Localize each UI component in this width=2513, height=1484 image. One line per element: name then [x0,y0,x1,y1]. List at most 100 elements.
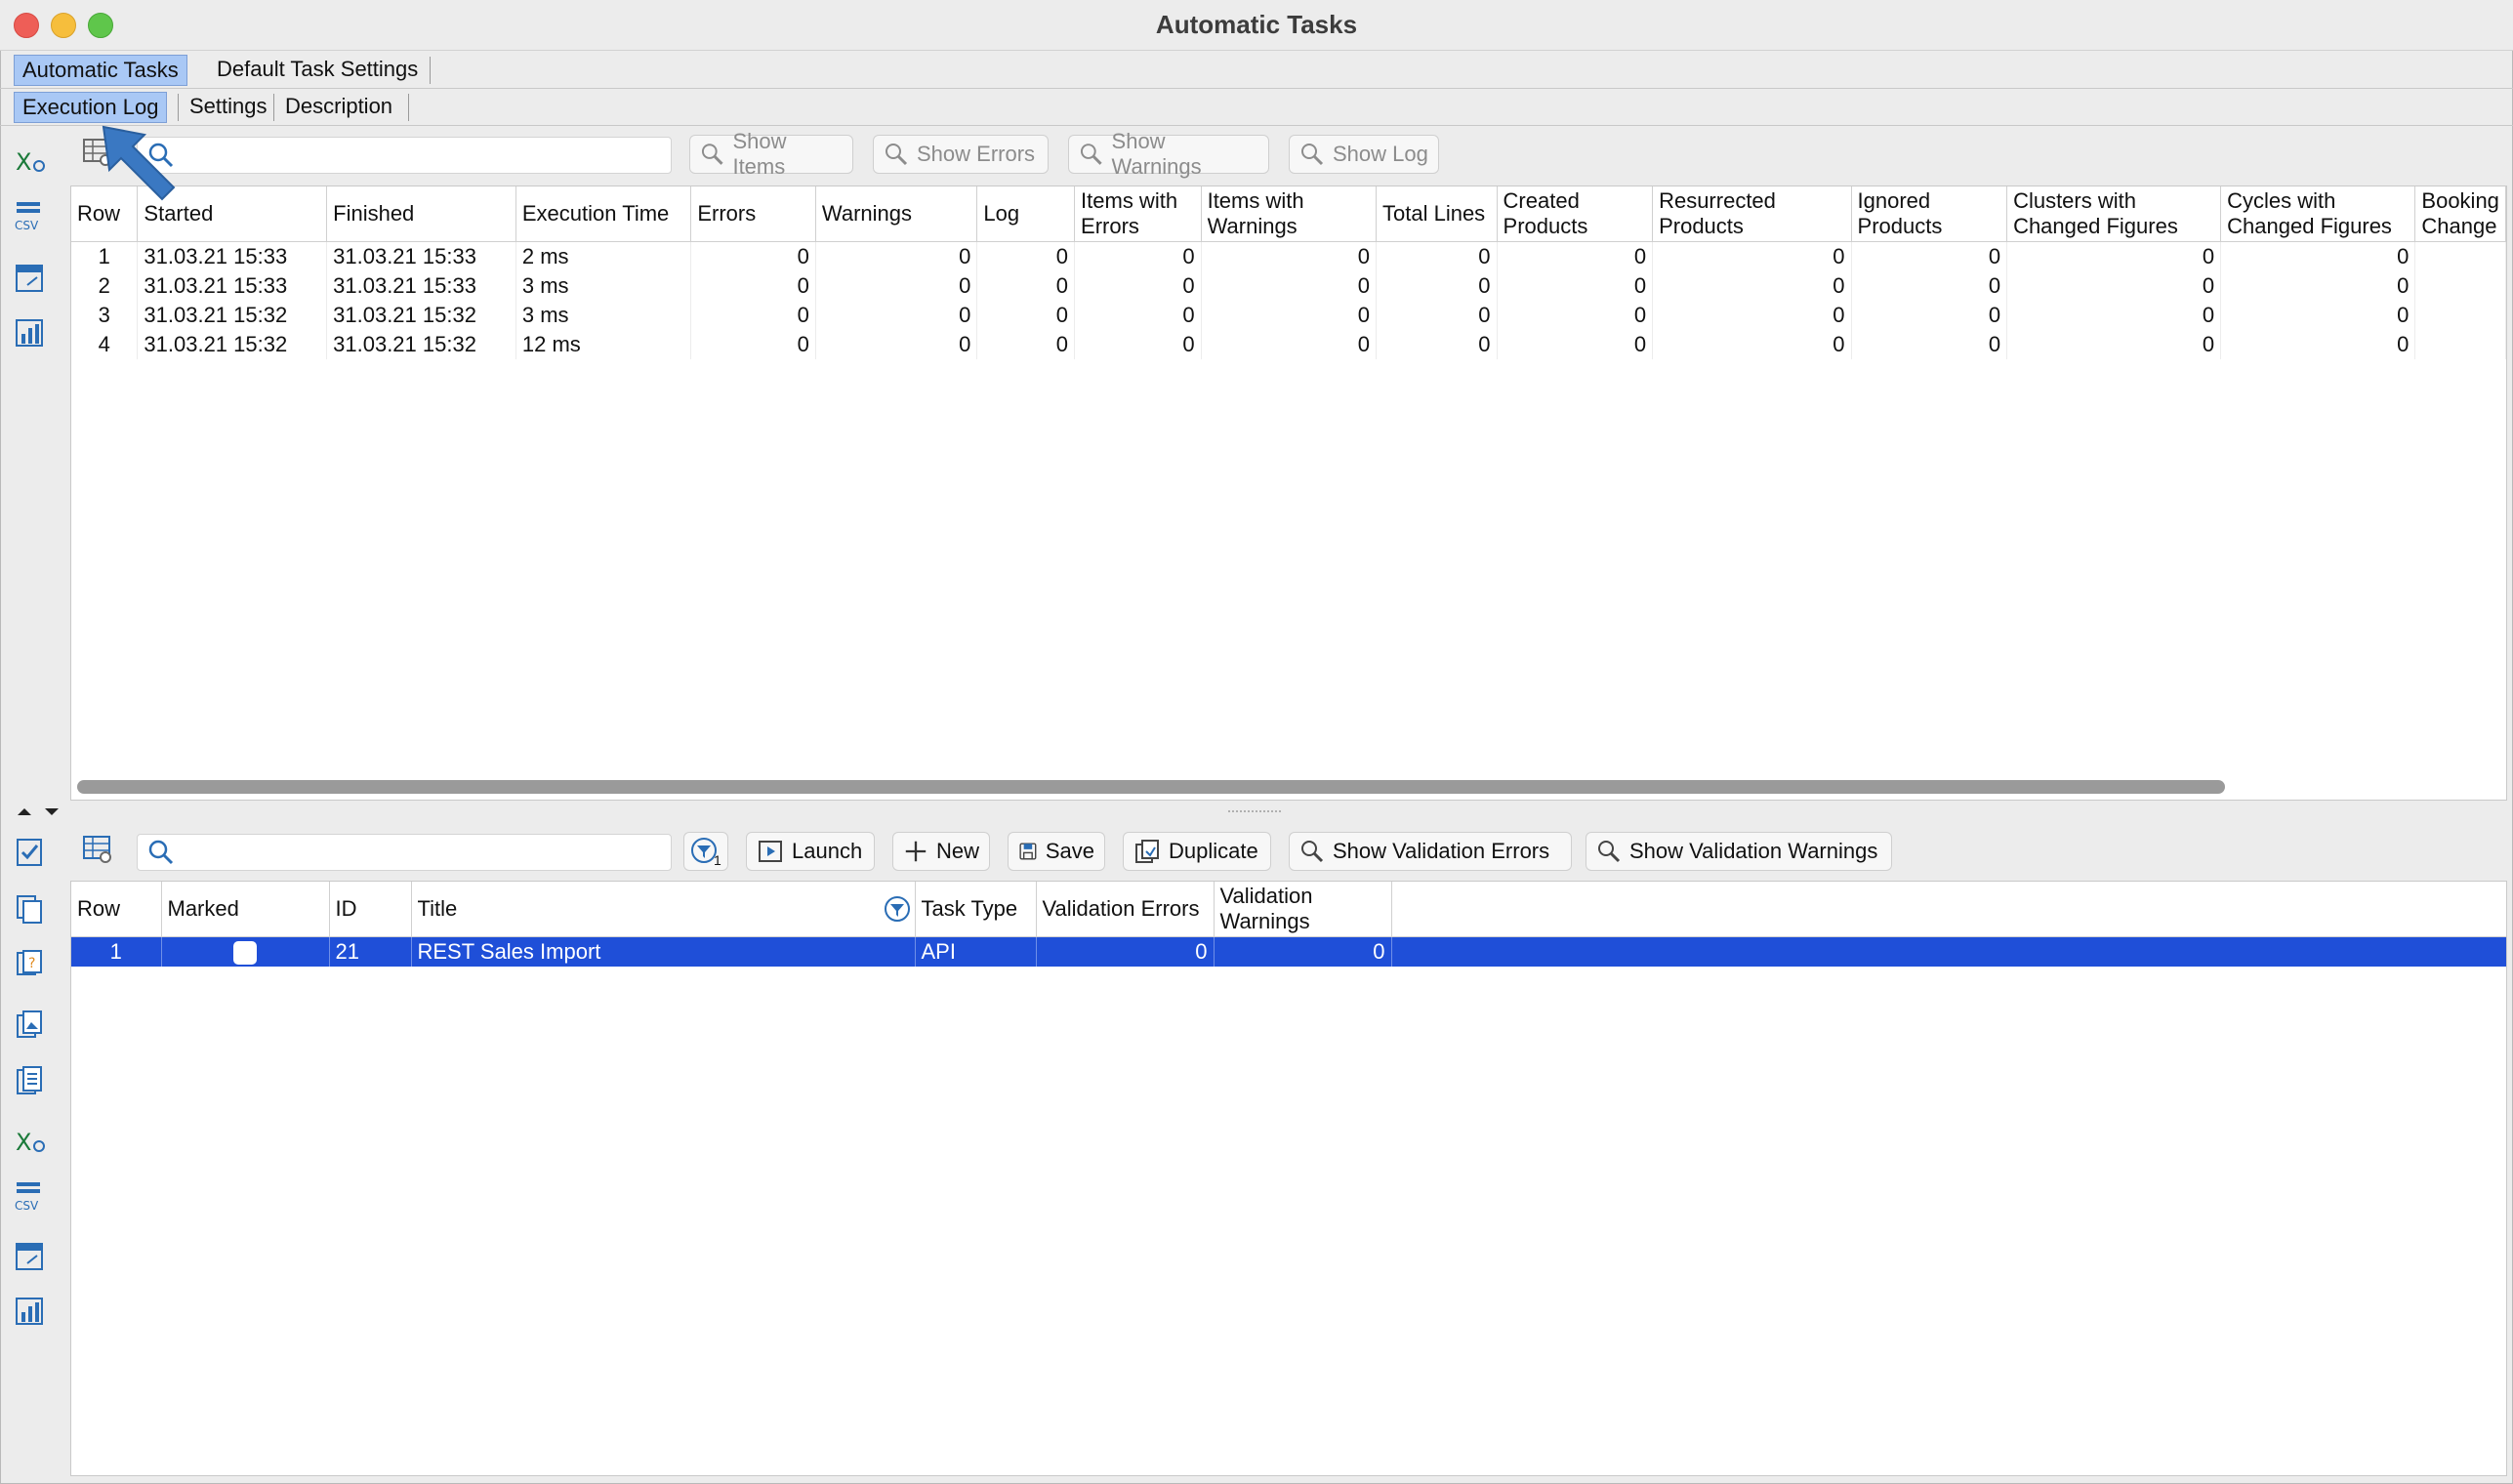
table-row[interactable]: 1 31.03.21 15:33 31.03.21 15:33 2 ms 0 0 0 0 0 0 0… [71,241,2506,271]
log-cell: 0 [1201,241,1378,271]
log-cell: 0 [1074,329,1202,359]
log-cell: 0 [976,300,1076,330]
launch-button[interactable]: Launch [746,832,875,871]
table-row[interactable]: 2 31.03.21 15:33 31.03.21 15:33 3 ms 0 0 0 0 0 0 0… [71,270,2506,301]
log-cell: 0 [815,270,978,301]
execution-log-panel: Row Started Finished Execution Time Erro… [70,186,2507,801]
log-cell: 0 [1376,270,1498,301]
log-cell-filler [2414,270,2506,301]
table-export-icon[interactable] [14,262,47,295]
log-cell: 0 [2220,270,2416,301]
log-col-cycles-changed[interactable]: Cycles with Changed Figures [2220,186,2416,242]
log-col-booking-change[interactable]: Booking Change [2414,186,2506,242]
split-drag-handle[interactable] [1228,810,1281,816]
split-collapse-arrows[interactable] [14,804,62,818]
log-cell: 3 ms [515,300,692,330]
show-log-label: Show Log [1333,142,1428,166]
show-validation-errors-button[interactable]: Show Validation Errors [1289,832,1572,871]
log-cell: 0 [1376,300,1498,330]
tab-automatic-tasks[interactable]: Automatic Tasks [14,55,187,86]
log-cell: 4 [71,329,139,359]
tab-default-task-settings[interactable]: Default Task Settings [209,55,426,84]
duplicate-icon [1135,840,1159,863]
table-export-icon[interactable] [14,1240,47,1273]
log-col-ignored-products[interactable]: Ignored Products [1851,186,2008,242]
title-bar: Automatic Tasks [0,0,2513,51]
excel-export-icon[interactable]: X [14,144,47,178]
magnifier-icon [1598,841,1621,863]
table-row[interactable]: 3 31.03.21 15:32 31.03.21 15:32 3 ms 0 0 0 0 0 0 0… [71,300,2506,330]
log-cell-filler [2414,329,2506,359]
log-col-execution-time[interactable]: Execution Time [515,186,692,242]
log-horizontal-scrollbar[interactable] [77,780,2225,794]
log-col-log[interactable]: Log [976,186,1076,242]
marked-checkbox-cell[interactable] [161,936,330,967]
table-row[interactable]: 4 31.03.21 15:32 31.03.21 15:32 12 ms 0 0 0 0 0 0… [71,329,2506,359]
log-cell: 0 [690,329,816,359]
log-col-items-with-warnings[interactable]: Items with Warnings [1201,186,1378,242]
task-col-validation-warnings[interactable]: Validation Warnings [1214,882,1392,937]
task-col-marked[interactable]: Marked [161,882,330,937]
show-validation-warnings-button[interactable]: Show Validation Warnings [1586,832,1892,871]
log-col-created-products[interactable]: Created Products [1497,186,1654,242]
save-button[interactable]: Save [1008,832,1105,871]
show-validation-warnings-label: Show Validation Warnings [1629,839,1878,863]
log-search-input[interactable] [137,137,672,174]
task-row-number: 1 [71,936,162,967]
log-col-total-lines[interactable]: Total Lines [1376,186,1498,242]
new-button[interactable]: New [892,832,990,871]
image-export-icon[interactable] [14,1008,47,1041]
log-cell: 0 [1851,329,2008,359]
show-warnings-button[interactable]: Show Warnings [1068,129,1269,179]
tab-execution-log[interactable]: Execution Log [14,92,168,123]
column-filter-icon[interactable] [884,895,911,923]
log-cell: 0 [2220,329,2416,359]
log-cell: 31.03.21 15:32 [326,300,516,330]
log-cell: 31.03.21 15:33 [326,270,516,301]
log-cell: 0 [976,241,1076,271]
filter-button[interactable]: 1 [683,832,728,871]
show-errors-button[interactable]: Show Errors [873,135,1049,174]
pointer-arrow-icon [98,121,185,209]
csv-export-icon[interactable]: CSV [14,199,47,232]
launch-label: Launch [792,839,863,863]
duplicate-button[interactable]: Duplicate [1123,832,1271,871]
chart-icon[interactable] [14,316,47,350]
chart-icon[interactable] [14,1295,47,1328]
log-col-finished[interactable]: Finished [326,186,516,242]
table-row[interactable]: 1 21 REST Sales Import API 0 0 [71,936,2506,967]
task-col-validation-errors[interactable]: Validation Errors [1036,882,1215,937]
task-col-task-type[interactable]: Task Type [915,882,1037,937]
task-validation-errors: 0 [1036,936,1215,967]
log-col-clusters-changed[interactable]: Clusters with Changed Figures [2006,186,2222,242]
table-settings-icon[interactable] [82,834,113,865]
show-items-button[interactable]: Show Items [689,129,853,179]
list-doc-icon[interactable] [14,1064,47,1097]
log-col-items-with-errors[interactable]: Items with Errors [1074,186,1202,242]
tab-description[interactable]: Description [277,92,400,121]
log-col-resurrected-products[interactable]: Resurrected Products [1652,186,1852,242]
log-cell: 0 [1652,300,1852,330]
csv-export-icon[interactable]: CSV [14,1179,47,1213]
log-col-warnings[interactable]: Warnings [815,186,978,242]
task-title: REST Sales Import [411,936,916,967]
log-cell: 0 [1376,329,1498,359]
help-doc-icon[interactable]: ? [14,947,47,980]
marked-checkbox[interactable] [233,940,257,965]
task-col-title[interactable]: Title [411,882,916,937]
log-cell: 0 [2006,270,2222,301]
task-col-row[interactable]: Row [71,882,162,937]
tab-settings[interactable]: Settings [182,92,275,121]
task-col-id[interactable]: ID [329,882,412,937]
task-sidebar: ? X CSV [14,836,57,1325]
checklist-icon[interactable] [14,836,47,869]
log-col-errors[interactable]: Errors [690,186,816,242]
show-log-button[interactable]: Show Log [1289,135,1439,174]
log-cell: 31.03.21 15:33 [137,241,328,271]
duplicate-label: Duplicate [1169,839,1258,863]
excel-export-icon[interactable]: X [14,1125,47,1158]
launch-icon [759,841,782,862]
task-search-input[interactable] [137,834,672,871]
copy-icon[interactable] [14,892,47,926]
log-cell: 0 [690,241,816,271]
